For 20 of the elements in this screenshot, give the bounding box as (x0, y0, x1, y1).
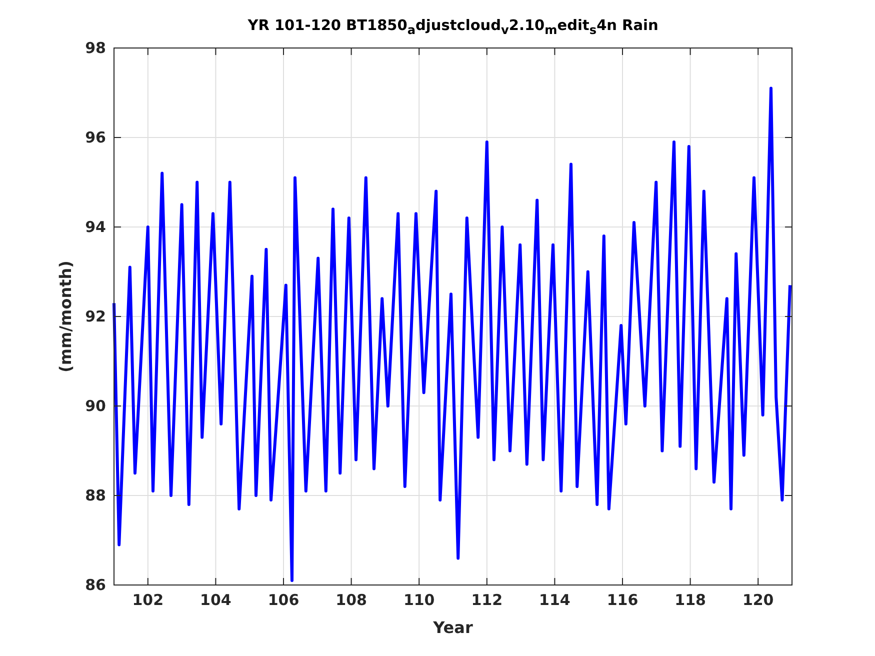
tick-label: 112 (471, 591, 503, 609)
axis-label: Year (433, 618, 473, 637)
tick-label: 108 (336, 591, 367, 609)
tick-label: 116 (606, 591, 638, 609)
tick-label: 102 (132, 591, 164, 609)
tick-label: 90 (85, 397, 106, 415)
chart-title: YR 101-120 BT1850$_{a}$djustcloud$_{v}$2.10$_{m}$edit$_{s}$4n Rain (248, 18, 658, 38)
tick-label: 106 (268, 591, 300, 609)
tick-label: 120 (742, 591, 774, 609)
tick-label: 118 (674, 591, 706, 609)
tick-label: 88 (85, 486, 106, 504)
tick-label: 114 (539, 591, 570, 609)
tick-label: 110 (403, 591, 435, 609)
tick-label: 104 (200, 591, 232, 609)
axis-label: (mm/month) (56, 260, 75, 372)
tick-label: 92 (85, 308, 106, 326)
tick-label: 86 (85, 576, 106, 594)
tick-label: 96 (85, 128, 106, 146)
tick-label: 98 (85, 39, 106, 57)
tick-label: 94 (85, 218, 106, 236)
